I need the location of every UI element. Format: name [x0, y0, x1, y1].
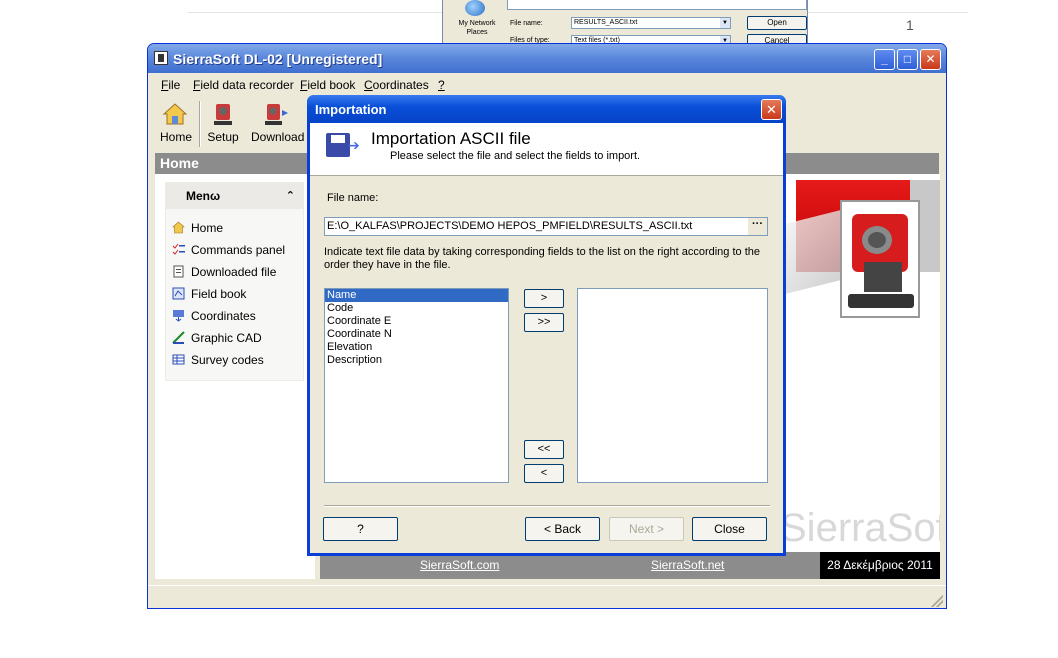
navigation-menu-header[interactable]: Menω ⌃ [166, 183, 303, 209]
network-places-label: My Network Places [458, 20, 496, 36]
dialog-close-button[interactable]: ✕ [761, 99, 782, 120]
total-station-keypad [864, 262, 902, 292]
download-icon [265, 104, 288, 125]
menu-help[interactable]: ? [438, 78, 445, 92]
add-all-fields-button[interactable]: >> [524, 313, 564, 332]
network-places-icon[interactable] [465, 0, 485, 16]
toolbar-download-label: Download [251, 130, 305, 144]
background-page-number: 1 [906, 17, 914, 33]
remove-all-fields-button[interactable]: << [524, 440, 564, 459]
list-item[interactable]: Description [325, 354, 508, 367]
link-sierrasoft-com[interactable]: SierraSoft.com [420, 558, 499, 572]
menu-field-book[interactable]: Field book [300, 78, 355, 92]
left-panel: Menω ⌃ Home Commands panel Downloaded fi… [155, 174, 315, 579]
dialog-title-bar[interactable]: Importation ✕ [307, 95, 786, 123]
list-item[interactable]: Coordinate E [325, 315, 508, 328]
dialog-header: Importation ASCII file Please select the… [310, 123, 783, 176]
open-button[interactable]: Open [747, 16, 807, 30]
date-display: 28 Δεκέμβριος 2011 [820, 552, 940, 579]
close-button[interactable]: Close [692, 517, 767, 541]
toolbar-separator [199, 101, 201, 147]
menu-field-data-recorder[interactable]: Field data recorder [193, 78, 294, 92]
house-icon [162, 103, 188, 125]
dialog-separator [324, 505, 770, 507]
toolbar-setup-label: Setup [207, 130, 239, 144]
list-item[interactable]: Code [325, 302, 508, 315]
file-name-combo[interactable]: RESULTS_ASCII.txt [571, 17, 731, 29]
background-open-file-dialog: My Network Places File name: RESULTS_ASC… [442, 0, 808, 44]
maximize-button[interactable]: □ [897, 49, 918, 70]
available-fields-list[interactable]: Name Code Coordinate E Coordinate N Elev… [324, 288, 509, 483]
file-list-area[interactable] [507, 0, 807, 10]
nav-item-downloaded-file[interactable]: Downloaded file [172, 263, 276, 281]
menu-coordinates[interactable]: Coordinates [364, 78, 429, 92]
nav-item-home[interactable]: Home [172, 219, 223, 237]
file-name-label: File name: [510, 20, 543, 27]
add-field-button[interactable]: > [524, 289, 564, 308]
menu-file[interactable]: File [161, 78, 180, 92]
list-item[interactable]: Name [325, 289, 508, 302]
navigation-menu: Menω ⌃ Home Commands panel Downloaded fi… [165, 182, 304, 381]
menu-bar: File Field data recorder Field book Coor… [148, 73, 946, 95]
toolbar-home-button[interactable]: Home [160, 101, 193, 144]
brand-watermark: SierraSoft [780, 506, 940, 550]
footer-bar: SierraSoft.com SierraSoft.net 28 Δεκέμβρ… [320, 552, 940, 579]
browse-button[interactable]: ··· [748, 218, 767, 235]
toolbar-download-button[interactable]: Download [251, 101, 305, 144]
nav-item-survey-codes[interactable]: Survey codes [172, 351, 264, 369]
toolbar-setup-button[interactable]: Setup [206, 101, 240, 144]
file-name-label: File name: [327, 192, 379, 204]
book-icon [172, 287, 185, 300]
title-bar[interactable]: SierraSoft DL-02 [Unregistered] _ □ ✕ [148, 44, 946, 73]
navigation-menu-title: Menω [186, 189, 221, 203]
minimize-button[interactable]: _ [874, 49, 895, 70]
window-title: SierraSoft DL-02 [Unregistered] [173, 51, 383, 67]
resize-grip-icon[interactable] [931, 595, 943, 607]
importation-dialog: Importation ✕ Importation ASCII file Ple… [307, 95, 786, 556]
list-item[interactable]: Elevation [325, 341, 508, 354]
grid-icon [172, 354, 185, 365]
toolbar-home-label: Home [160, 130, 193, 144]
checklist-icon [172, 243, 185, 255]
back-button[interactable]: < Back [525, 517, 600, 541]
app-icon [154, 51, 168, 65]
instructions-text: Indicate text file data by taking corres… [324, 246, 760, 271]
link-sierrasoft-net[interactable]: SierraSoft.net [651, 558, 724, 572]
house-icon [172, 221, 185, 234]
close-window-button[interactable]: ✕ [920, 49, 941, 70]
total-station-photo [840, 200, 920, 318]
total-station-lens [862, 226, 892, 254]
dialog-header-subtitle: Please select the file and select the fi… [390, 150, 641, 162]
coordinates-icon [173, 310, 184, 322]
nav-item-field-book[interactable]: Field book [172, 285, 246, 303]
help-button[interactable]: ? [323, 517, 398, 541]
next-button[interactable]: Next > [609, 517, 684, 541]
nav-item-coordinates[interactable]: Coordinates [172, 307, 256, 325]
nav-item-graphic-cad[interactable]: Graphic CAD [172, 329, 262, 347]
remove-field-button[interactable]: < [524, 464, 564, 483]
file-path-input[interactable]: E:\O_KALFAS\PROJECTS\DEMO HEPOS_PMFIELD\… [324, 217, 768, 236]
selected-fields-list[interactable] [577, 288, 768, 483]
list-item[interactable]: Coordinate N [325, 328, 508, 341]
file-icon [173, 265, 184, 278]
dialog-title: Importation [315, 102, 387, 117]
cad-icon [172, 331, 185, 344]
collapse-chevron-icon[interactable]: ⌃ [286, 183, 295, 209]
nav-item-commands-panel[interactable]: Commands panel [172, 241, 285, 259]
setup-icon [214, 104, 232, 125]
save-disk-icon [326, 133, 360, 157]
total-station-base [848, 294, 914, 308]
status-bar [148, 585, 946, 608]
dialog-header-title: Importation ASCII file [371, 129, 531, 148]
